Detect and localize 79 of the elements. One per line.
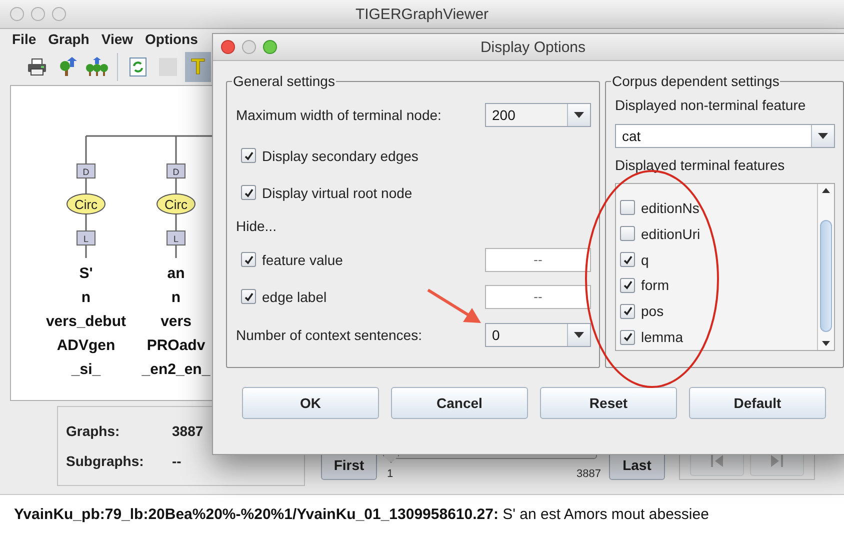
edge-label: D — [76, 164, 96, 178]
printer-icon — [27, 58, 47, 76]
checkbox[interactable] — [241, 252, 256, 267]
field-label: Displayed terminal features — [615, 157, 785, 173]
field-label: Displayed non-terminal feature — [615, 97, 806, 113]
terminal-text: an — [167, 265, 185, 282]
terminal-text: vers_debut — [46, 313, 126, 330]
checkbox[interactable] — [620, 226, 635, 242]
dialog-button[interactable]: OK — [242, 387, 379, 419]
group-title: Corpus dependent settings — [611, 73, 780, 89]
menu-item[interactable]: Graph — [48, 31, 90, 47]
terminal-text: vers — [160, 313, 192, 330]
checkbox[interactable] — [620, 252, 635, 268]
node-label: Circ — [66, 194, 106, 214]
context-select[interactable]: 0 — [485, 323, 591, 347]
checkbox-label: Display secondary edges — [262, 148, 418, 164]
terminal-text: PROadv — [146, 337, 206, 354]
field-label: Maximum width of terminal node: — [236, 107, 442, 123]
checkbox-label: lemma — [641, 329, 684, 346]
checkbox[interactable] — [620, 278, 635, 293]
terminal-text: _si_ — [71, 361, 101, 378]
group-title: General settings — [232, 73, 336, 89]
slider-min-label: 1 — [387, 468, 394, 480]
slider-max-label: 3887 — [576, 468, 601, 480]
checkbox-label: edge label — [262, 288, 327, 304]
dialog-button[interactable]: Cancel — [391, 387, 528, 419]
edge-label: L — [76, 230, 96, 246]
zoom-icon[interactable] — [263, 40, 277, 54]
subgraphs-count: -- — [172, 453, 182, 469]
edge-label: L — [166, 230, 186, 246]
terminal-text: n — [81, 289, 91, 306]
dialog-button[interactable]: Reset — [540, 387, 677, 419]
previous-icon — [710, 455, 724, 467]
input-field[interactable]: -- — [485, 284, 591, 308]
terminal-text: S' — [79, 265, 93, 282]
graphs-count: 3887 — [172, 423, 204, 439]
close-icon[interactable] — [221, 40, 235, 54]
graphs-label: Graphs: — [66, 423, 121, 439]
checkbox-label: feature value — [262, 252, 343, 268]
checkbox[interactable] — [620, 330, 635, 345]
checkbox[interactable] — [241, 148, 256, 163]
subgraphs-label: Subgraphs: — [66, 453, 145, 469]
terminal-text: n — [171, 289, 181, 306]
caret-icon — [574, 112, 584, 118]
annotation-arrow — [427, 288, 481, 323]
menu-item[interactable]: File — [12, 31, 36, 47]
next-icon — [770, 455, 784, 467]
checkbox-label: editionUri — [641, 226, 700, 242]
edge-label: D — [166, 164, 186, 178]
caret-icon — [574, 332, 584, 338]
checkbox[interactable] — [241, 289, 256, 304]
input-field[interactable]: -- — [485, 248, 591, 272]
tree-arrow-icon — [57, 57, 77, 77]
refresh-icon — [129, 57, 147, 77]
checkbox-label: editionNs — [641, 200, 700, 216]
menu-item[interactable]: View — [101, 31, 134, 47]
checkbox-label: Display virtual root node — [262, 184, 412, 200]
section-label: Hide... — [236, 218, 276, 234]
caret-icon — [818, 133, 828, 139]
dialog-button[interactable]: Default — [689, 387, 826, 419]
checkbox-label: pos — [641, 303, 664, 320]
field-label: Number of context sentences: — [236, 327, 422, 343]
sentence-text: YvainKu_pb:79_lb:20Bea%20%-%20%1/YvainKu_01_1309958610.27: S' an est Amors mout abessiee — [14, 506, 709, 522]
checkbox[interactable] — [241, 185, 256, 200]
checkbox-label: form — [641, 277, 669, 294]
scrollbar[interactable] — [817, 184, 834, 350]
width-select[interactable]: 200 — [485, 103, 591, 127]
checkbox-label: q — [641, 252, 649, 268]
checkbox[interactable] — [620, 304, 635, 319]
text-icon: T — [191, 54, 205, 80]
dialog-title: Display Options — [480, 38, 586, 56]
terminal-text: _en2_en_ — [142, 361, 210, 378]
node-label: Circ — [156, 194, 196, 214]
checkbox[interactable] — [620, 200, 635, 216]
menu-item[interactable]: Options — [145, 31, 198, 47]
trees-arrow-icon — [86, 57, 108, 77]
feature-select[interactable]: cat — [615, 124, 835, 148]
window-title: TIGERGraphViewer — [355, 6, 489, 22]
terminal-text: ADVgen — [56, 337, 116, 354]
